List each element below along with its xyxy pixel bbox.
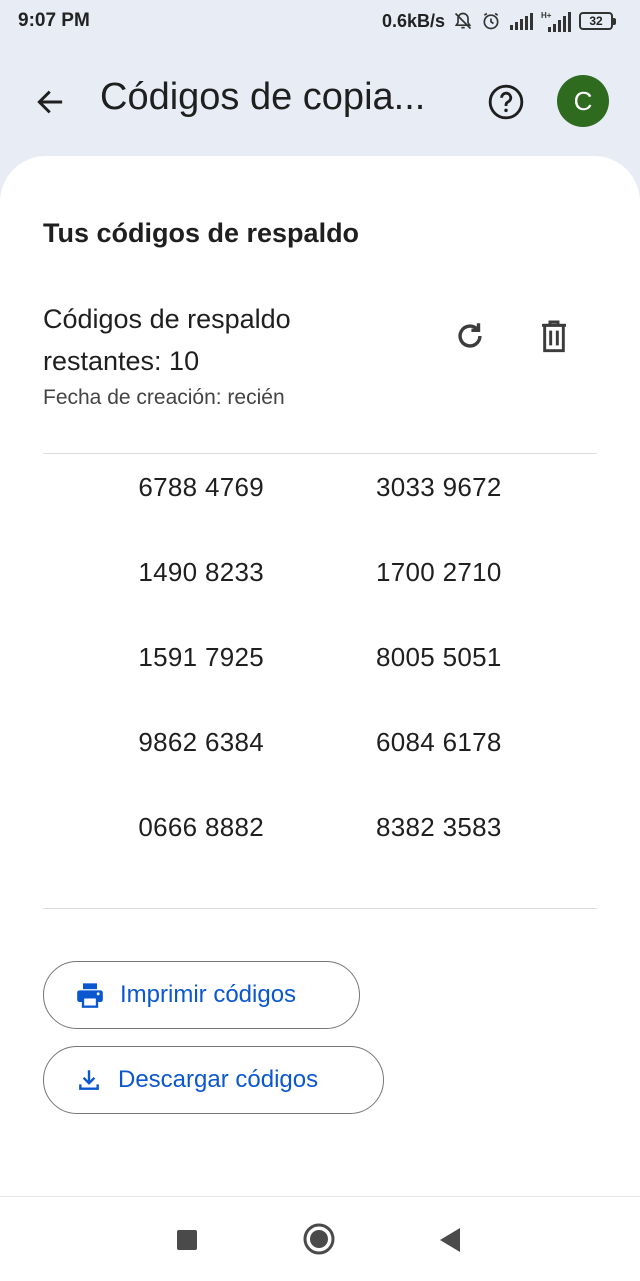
code-row: 0666 8882 8382 3583 — [43, 812, 597, 897]
alarm-icon — [481, 11, 501, 31]
code-row: 1591 7925 8005 5051 — [43, 642, 597, 727]
download-icon — [76, 1067, 102, 1093]
refresh-codes-button[interactable] — [446, 312, 494, 360]
divider — [43, 908, 597, 909]
page-title: Códigos de copia... — [100, 76, 426, 118]
status-time: 9:07 PM — [18, 10, 90, 31]
backup-code: 3033 9672 — [376, 472, 502, 502]
backup-code: 0666 8882 — [138, 812, 264, 842]
trash-icon — [542, 320, 566, 353]
backup-code: 1490 8233 — [138, 557, 264, 587]
printer-icon — [76, 982, 104, 1008]
backup-code: 1591 7925 — [138, 642, 264, 672]
battery-level: 32 — [589, 14, 603, 28]
home-circle-icon[interactable] — [303, 1223, 335, 1255]
creation-date-text: Fecha de creación: recién — [43, 386, 285, 409]
section-title: Tus códigos de respaldo — [43, 218, 360, 248]
download-codes-button[interactable]: Descargar códigos — [43, 1046, 384, 1114]
code-row: 1490 8233 1700 2710 — [43, 557, 597, 642]
code-row: 6788 4769 3033 9672 — [43, 472, 597, 557]
signal-icon-2: H+ — [541, 10, 571, 32]
codes-grid: 6788 4769 3033 9672 1490 8233 1700 2710 … — [43, 472, 597, 897]
battery-icon: 32 — [579, 12, 616, 30]
backup-code: 6788 4769 — [138, 472, 264, 502]
remaining-codes-text: Códigos de respaldo restantes: 10 — [43, 304, 291, 376]
signal-icon — [509, 12, 533, 30]
print-codes-label: Imprimir códigos — [120, 981, 297, 1008]
app-bar: Códigos de copia... C — [0, 54, 640, 146]
status-bar: 9:07 PM 0.6kB/s H+ 32 — [0, 0, 640, 44]
print-codes-button[interactable]: Imprimir códigos — [43, 961, 360, 1029]
backup-code: 8005 5051 — [376, 642, 502, 672]
backup-code: 9862 6384 — [138, 727, 264, 757]
refresh-icon — [458, 323, 482, 348]
help-button[interactable] — [484, 80, 528, 124]
backup-code: 6084 6178 — [376, 727, 502, 757]
help-circle-icon — [488, 84, 524, 120]
back-triangle-icon[interactable] — [438, 1227, 462, 1253]
network-speed: 0.6kB/s — [381, 10, 445, 31]
divider — [43, 453, 597, 454]
back-button[interactable] — [28, 80, 72, 124]
mute-icon — [453, 11, 473, 31]
arrow-left-icon — [37, 90, 63, 114]
download-codes-label: Descargar códigos — [118, 1066, 319, 1093]
content-sheet: Tus códigos de respaldo Códigos de respa… — [0, 156, 640, 1196]
status-icons: 0.6kB/s H+ 32 — [382, 8, 616, 34]
backup-code: 8382 3583 — [376, 812, 502, 842]
recents-square-icon[interactable] — [177, 1230, 197, 1250]
svg-text:H+: H+ — [541, 11, 552, 20]
avatar[interactable]: C — [557, 75, 609, 127]
delete-codes-button[interactable] — [530, 312, 578, 360]
backup-code: 1700 2710 — [376, 557, 502, 587]
system-nav-bar — [0, 1196, 640, 1281]
code-row: 9862 6384 6084 6178 — [43, 727, 597, 812]
